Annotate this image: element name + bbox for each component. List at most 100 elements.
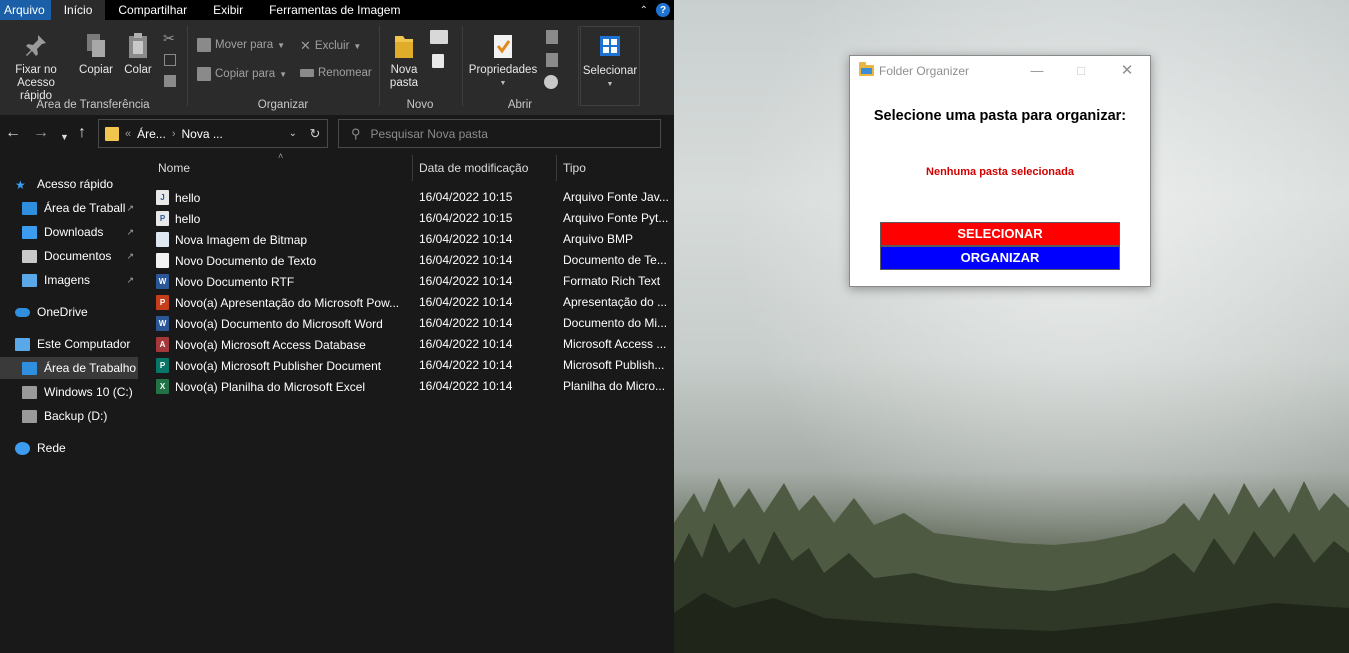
column-header-date[interactable]: Data de modificação <box>413 153 556 183</box>
search-icon: ⚲ <box>351 125 361 141</box>
search-placeholder: Pesquisar Nova pasta <box>370 126 488 141</box>
select-folder-button[interactable]: SELECIONAR <box>880 222 1120 246</box>
tab-inicio[interactable]: Início <box>50 0 106 20</box>
paste-button[interactable]: Colar <box>120 32 156 77</box>
column-header-type[interactable]: Tipo <box>557 153 674 183</box>
python-file-icon: P <box>156 211 169 226</box>
copy-button[interactable]: Copiar <box>76 32 116 77</box>
new-folder-button[interactable]: Nova pasta <box>384 32 424 90</box>
refresh-icon[interactable]: ↻ <box>303 126 327 142</box>
rename-button[interactable]: Renomear <box>300 67 372 79</box>
maximize-icon[interactable]: □ <box>1071 61 1091 81</box>
copy-label: Copiar <box>79 64 113 76</box>
file-date: 16/04/2022 10:14 <box>419 379 513 393</box>
new-item-icon[interactable] <box>430 30 448 44</box>
chevron-down-icon: ▼ <box>353 41 362 51</box>
close-icon[interactable]: ✕ <box>1117 61 1137 81</box>
excel-file-icon: X <box>156 379 169 394</box>
file-date: 16/04/2022 10:15 <box>419 211 513 225</box>
collapse-ribbon-icon[interactable]: ⌃ <box>640 5 648 16</box>
paste-shortcut-icon[interactable] <box>164 75 176 87</box>
file-date: 16/04/2022 10:14 <box>419 274 513 288</box>
help-icon[interactable]: ? <box>656 3 670 17</box>
move-to-button[interactable]: Mover para ▼ <box>197 38 285 52</box>
paste-label: Colar <box>124 64 152 76</box>
file-row[interactable]: W Novo Documento RTF 16/04/2022 10:14 Forma… <box>156 271 674 292</box>
tab-compartilhar[interactable]: Compartilhar <box>105 0 200 20</box>
delete-button[interactable]: ✕ Excluir ▼ <box>300 38 361 54</box>
column-header-name[interactable]: Nome <box>152 153 412 183</box>
search-box[interactable]: ⚲ Pesquisar Nova pasta <box>338 119 661 148</box>
nav-item-label: Área de Traball <box>44 201 126 215</box>
nav-item[interactable]: Área de Traball ↗ <box>0 197 138 219</box>
tab-exibir[interactable]: Exibir <box>200 0 256 20</box>
file-row[interactable]: Jhello 16/04/2022 10:15 Arquivo Fonte Jav.… <box>156 187 674 208</box>
tab-ferramentas-de-imagem[interactable]: Ferramentas de Imagem <box>256 0 413 20</box>
pin-quick-access-button[interactable]: Fixar no Acesso rápido <box>0 32 72 103</box>
file-type: Formato Rich Text <box>563 274 661 288</box>
text-file-icon <box>156 253 169 268</box>
ribbon-separator <box>462 26 463 106</box>
easy-access-icon[interactable] <box>432 54 444 68</box>
dialog-title-bar[interactable]: Folder Organizer — □ ✕ <box>850 56 1150 86</box>
bitmap-file-icon <box>156 232 169 247</box>
organize-button[interactable]: ORGANIZAR <box>880 246 1120 270</box>
nav-item[interactable]: Imagens ↗ <box>0 269 138 291</box>
clipboard-group-label: Área de Transferência <box>36 99 150 111</box>
breadcrumb-desktop[interactable]: Áre... <box>137 127 166 141</box>
file-name: Novo(a) Planilha do Microsoft Excel <box>175 379 366 394</box>
file-row[interactable]: A Novo(a) Microsoft Access Database 16/04/… <box>156 334 674 355</box>
file-type: Documento do Mi... <box>563 316 668 330</box>
cut-icon[interactable]: ✂ <box>163 30 175 47</box>
pin-icon: ↗ <box>126 274 134 285</box>
move-to-icon <box>197 38 211 52</box>
open-icon[interactable] <box>546 30 558 44</box>
file-row[interactable]: Novo Documento de Texto 16/04/2022 10:14 D… <box>156 250 674 271</box>
properties-button[interactable]: Propriedades ▼ <box>466 32 540 90</box>
nav-item[interactable]: Este Computador <box>0 333 138 355</box>
file-row[interactable]: Nova Imagem de Bitmap 16/04/2022 10:14 Arq… <box>156 229 674 250</box>
file-name: Nova Imagem de Bitmap <box>175 232 308 247</box>
address-bar[interactable]: « Áre... › Nova ... ⌄ ↻ <box>98 119 328 148</box>
copy-to-button[interactable]: Copiar para ▼ <box>197 67 287 81</box>
pictures-icon <box>22 273 37 287</box>
nav-item[interactable]: ★ Acesso rápido <box>0 173 138 195</box>
select-button[interactable]: Selecionar ▼ <box>580 26 640 106</box>
nav-item-label: Área de Trabalho <box>44 361 137 375</box>
copy-to-icon <box>197 67 211 81</box>
dialog-title: Folder Organizer <box>879 64 970 78</box>
file-row[interactable]: P Novo(a) Microsoft Publisher Document 16/… <box>156 355 674 376</box>
back-arrow-icon[interactable]: ← <box>5 125 21 141</box>
move-to-label: Mover para <box>215 39 274 51</box>
breadcrumb-overflow-icon[interactable]: « <box>125 128 131 140</box>
nav-item[interactable]: Documentos ↗ <box>0 245 138 267</box>
rename-label: Renomear <box>318 67 372 79</box>
nav-item[interactable]: Backup (D:) <box>0 405 138 427</box>
powerpoint-file-icon: P <box>156 295 169 310</box>
tab-arquivo[interactable]: Arquivo <box>0 0 51 20</box>
copy-path-icon[interactable] <box>164 54 176 66</box>
minimize-icon[interactable]: — <box>1027 61 1047 81</box>
pin-icon: ↗ <box>126 226 134 237</box>
file-row[interactable]: W Novo(a) Documento do Microsoft Word 16/0… <box>156 313 674 334</box>
breadcrumb-new-folder[interactable]: Nova ... <box>181 127 222 141</box>
file-row[interactable]: P Novo(a) Apresentação do Microsoft Pow..… <box>156 292 674 313</box>
forward-arrow-icon[interactable]: → <box>33 125 49 141</box>
recent-locations-chevron-icon[interactable]: ▼ <box>60 129 69 145</box>
file-name: Novo(a) Microsoft Publisher Document <box>175 358 382 373</box>
nav-item[interactable]: Área de Trabalho <box>0 357 138 379</box>
nav-item[interactable]: Downloads ↗ <box>0 221 138 243</box>
file-date: 16/04/2022 10:14 <box>419 295 513 309</box>
chevron-down-icon: ▼ <box>606 81 614 88</box>
edit-icon[interactable] <box>546 53 558 67</box>
up-arrow-icon[interactable]: ↑ <box>78 125 86 141</box>
file-date: 16/04/2022 10:14 <box>419 232 513 246</box>
nav-item[interactable]: OneDrive <box>0 301 138 323</box>
file-row[interactable]: Phello 16/04/2022 10:15 Arquivo Fonte Pyt.… <box>156 208 674 229</box>
file-date: 16/04/2022 10:14 <box>419 253 513 267</box>
address-dropdown-chevron-icon[interactable]: ⌄ <box>289 128 297 139</box>
nav-item[interactable]: Rede <box>0 437 138 459</box>
nav-item[interactable]: Windows 10 (C:) <box>0 381 138 403</box>
file-row[interactable]: X Novo(a) Planilha do Microsoft Excel 16/0… <box>156 376 674 397</box>
history-icon[interactable] <box>544 75 558 89</box>
